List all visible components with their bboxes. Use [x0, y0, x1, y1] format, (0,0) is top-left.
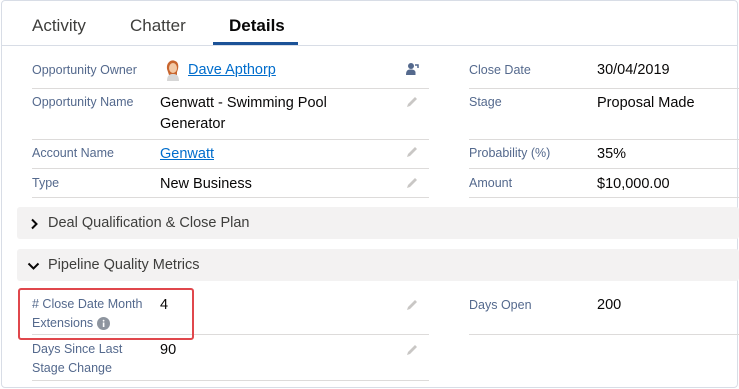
opportunity-owner-label: Opportunity Owner — [32, 63, 137, 77]
field-divider — [469, 334, 739, 335]
change-owner-icon[interactable] — [405, 62, 419, 76]
field-divider — [469, 168, 739, 169]
account-name-link[interactable]: Genwatt — [160, 144, 214, 165]
tab-activity[interactable]: Activity — [32, 16, 86, 36]
field-divider — [469, 88, 739, 89]
field-divider — [469, 197, 739, 198]
opportunity-owner-link[interactable]: Dave Apthorp — [188, 60, 276, 81]
field-divider — [32, 380, 429, 381]
pencil-icon[interactable] — [405, 145, 419, 159]
days-open-label: Days Open — [469, 298, 532, 312]
probability-value: 35% — [597, 146, 627, 162]
type-value: New Business — [160, 176, 252, 192]
section-title: Deal Qualification & Close Plan — [48, 215, 250, 231]
amount-label: Amount — [469, 176, 513, 190]
highlight-box — [18, 288, 194, 340]
tab-details[interactable]: Details — [229, 16, 285, 36]
section-deal-qualification[interactable]: Deal Qualification & Close Plan — [17, 207, 739, 239]
section-pipeline-quality-metrics[interactable]: Pipeline Quality Metrics — [17, 249, 739, 281]
days-open-value: 200 — [597, 297, 622, 313]
pencil-icon[interactable] — [405, 95, 419, 109]
user-avatar-icon — [164, 59, 182, 81]
field-divider — [32, 88, 429, 89]
opportunity-name-label: Opportunity Name — [32, 95, 134, 109]
field-divider — [32, 168, 429, 169]
days-since-last-stage-change-value: 90 — [160, 342, 177, 358]
opportunity-name-value-line2: Generator — [160, 116, 226, 132]
opportunity-name-value-line1: Genwatt - Swimming Pool — [160, 95, 327, 111]
pencil-icon[interactable] — [405, 176, 419, 190]
probability-label: Probability (%) — [469, 146, 551, 160]
days-since-last-stage-change-label-line1: Days Since Last — [32, 342, 123, 356]
account-name-label: Account Name — [32, 146, 114, 160]
field-divider — [32, 139, 429, 140]
stage-value: Proposal Made — [597, 95, 695, 111]
close-date-value: 30/04/2019 — [597, 62, 670, 78]
tabs-divider — [2, 45, 737, 46]
field-divider — [32, 197, 429, 198]
pencil-icon[interactable] — [405, 343, 419, 357]
chevron-down-icon — [27, 259, 40, 271]
chevron-right-icon — [28, 217, 40, 230]
section-title: Pipeline Quality Metrics — [48, 257, 200, 273]
tab-chatter[interactable]: Chatter — [130, 16, 186, 36]
close-date-label: Close Date — [469, 63, 531, 77]
stage-label: Stage — [469, 95, 502, 109]
pencil-icon[interactable] — [405, 298, 419, 312]
field-divider — [469, 139, 739, 140]
days-since-last-stage-change-label-line2: Stage Change — [32, 361, 112, 375]
type-label: Type — [32, 176, 60, 190]
amount-value: $10,000.00 — [597, 176, 670, 192]
